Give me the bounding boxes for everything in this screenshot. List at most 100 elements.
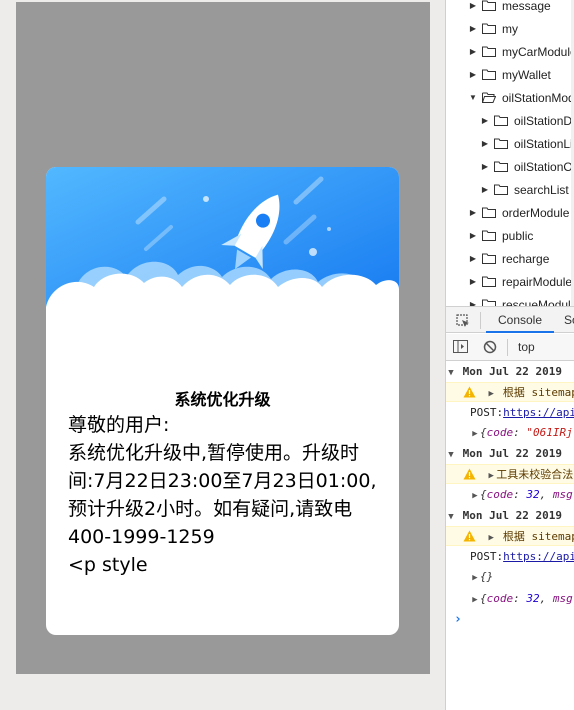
folder-icon [494, 115, 508, 126]
collapsed-caret-icon[interactable]: ▶ [480, 139, 490, 148]
file-tree-item[interactable]: ▶ orderModule [446, 201, 574, 224]
folder-icon [494, 138, 508, 149]
log-group-header[interactable]: ▼ Mon Jul 22 2019 [446, 444, 574, 464]
log-object[interactable]: ▶ {code: "061IRj [470, 423, 574, 443]
collapsed-caret-icon[interactable]: ▶ [470, 590, 480, 610]
expanded-caret-icon: ▼ [448, 512, 454, 522]
file-tree-item[interactable]: ▶ oilStationDetail [446, 109, 574, 132]
file-tree-item-label: oilStationModule [502, 90, 574, 105]
file-tree-item-label: orderModule [502, 205, 570, 220]
warning-icon [463, 468, 476, 480]
file-tree-item-label: myCarModule [502, 44, 574, 59]
devtools-tab-bar: Console Sources [446, 306, 574, 333]
file-tree-item[interactable]: ▶ message [446, 0, 574, 17]
request-method: POST: [470, 550, 504, 563]
tab-console[interactable]: Console [486, 307, 554, 333]
collapsed-caret-icon[interactable]: ▶ [468, 277, 478, 286]
collapsed-caret-icon[interactable]: ▶ [486, 528, 496, 548]
file-tree-item[interactable]: ▶ myWallet [446, 63, 574, 86]
expanded-caret-icon: ▼ [448, 368, 454, 378]
log-timestamp: Mon Jul 22 2019 [462, 365, 562, 378]
sidebar-toggle-icon[interactable] [453, 340, 468, 353]
folder-icon [494, 184, 508, 195]
file-tree: ▶ message ▶ my ▶ myCarModule ▶ myWallet ▼ oilStat… [446, 0, 574, 306]
file-tree-item[interactable]: ▶ myCarModule [446, 40, 574, 63]
file-tree-item-label: searchList [514, 182, 569, 197]
dialog-body: 尊敬的用户: 系统优化升级中,暂停使用。升级时间:7月22日23:00至7月23… [68, 411, 386, 579]
collapsed-caret-icon[interactable]: ▶ [480, 185, 490, 194]
log-group-header[interactable]: ▼ Mon Jul 22 2019 [446, 362, 574, 382]
collapsed-caret-icon[interactable]: ▶ [480, 162, 490, 171]
phone-screen-overlay: 系统优化升级 尊敬的用户: 系统优化升级中,暂停使用。升级时间:7月22日23:… [16, 2, 430, 674]
console-toolbar: top [446, 334, 574, 361]
log-object[interactable]: ▶ {code: 32, msg [470, 589, 574, 609]
request-method: POST: [470, 406, 504, 419]
object-key: code [486, 488, 514, 501]
clear-console-icon[interactable] [483, 340, 497, 354]
object-key: code [486, 592, 514, 605]
collapsed-caret-icon[interactable]: ▶ [486, 466, 496, 486]
log-group-header[interactable]: ▼ Mon Jul 22 2019 [446, 506, 574, 526]
context-selector[interactable]: top [518, 334, 535, 361]
file-tree-item[interactable]: ▶ searchList [446, 178, 574, 201]
file-tree-item[interactable]: ▶ oilStationList [446, 132, 574, 155]
warning-icon [463, 530, 476, 542]
folder-icon [482, 299, 496, 306]
expanded-caret-icon[interactable]: ▼ [468, 93, 478, 102]
maintenance-dialog: 系统优化升级 尊敬的用户: 系统优化升级中,暂停使用。升级时间:7月22日23:… [46, 167, 399, 635]
request-url-link[interactable]: https://api [503, 406, 574, 419]
folder-icon [482, 207, 496, 218]
file-tree-item[interactable]: ▶ recharge [446, 247, 574, 270]
collapsed-caret-icon[interactable]: ▶ [470, 486, 480, 506]
inspect-element-icon[interactable] [456, 314, 470, 328]
file-tree-item-label: recharge [502, 251, 550, 266]
file-tree-item[interactable]: ▶ my [446, 17, 574, 40]
collapsed-caret-icon[interactable]: ▶ [486, 384, 496, 404]
file-tree-item[interactable]: ▼ oilStationModule [446, 86, 574, 109]
request-url-link[interactable]: https://api [503, 550, 574, 563]
collapsed-caret-icon[interactable]: ▶ [468, 208, 478, 217]
collapsed-caret-icon[interactable]: ▶ [468, 47, 478, 56]
file-tree-item[interactable]: ▶ public [446, 224, 574, 247]
tab-separator [480, 312, 481, 329]
console-prompt-icon[interactable]: › [454, 612, 462, 627]
collapsed-caret-icon[interactable]: ▶ [468, 231, 478, 240]
object-key: msg [552, 592, 573, 605]
collapsed-caret-icon[interactable]: ▶ [480, 116, 490, 125]
warning-text: 工具未校验合法 [496, 468, 574, 481]
folder-icon [482, 253, 496, 264]
file-tree-item[interactable]: ▶ rescueModule [446, 293, 574, 306]
log-warning[interactable]: ▶ 根据 sitemap [446, 382, 574, 402]
file-tree-item-label: oilStationDetail [514, 113, 574, 128]
file-tree-item-label: public [502, 228, 534, 243]
file-tree-item-label: message [502, 0, 551, 13]
file-tree-item[interactable]: ▶ oilStationOrder [446, 155, 574, 178]
devtools-panel: ▶ message ▶ my ▶ myCarModule ▶ myWallet ▼ oilStat… [446, 0, 574, 710]
folder-icon [482, 276, 496, 287]
file-tree-item[interactable]: ▶ repairModule [446, 270, 574, 293]
folder-icon [482, 46, 496, 57]
collapsed-caret-icon[interactable]: ▶ [468, 24, 478, 33]
file-tree-item-label: my [502, 21, 518, 36]
folder-icon [482, 230, 496, 241]
log-object[interactable]: ▶{} [470, 567, 574, 587]
folder-icon [482, 0, 496, 11]
tab-sources[interactable]: Sources [564, 307, 574, 333]
simulator-panel: 系统优化升级 尊敬的用户: 系统优化升级中,暂停使用。升级时间:7月22日23:… [0, 0, 445, 710]
collapsed-caret-icon[interactable]: ▶ [468, 70, 478, 79]
object-value: 32 [526, 488, 540, 501]
log-warning[interactable]: ▶ 根据 sitemap [446, 526, 574, 546]
object-preview: {} [480, 570, 494, 583]
console-log: ▼ Mon Jul 22 2019 ▶ 根据 sitemap POST:http… [446, 362, 574, 710]
log-warning[interactable]: ▶ 工具未校验合法 [446, 464, 574, 484]
file-tree-item-label: myWallet [502, 67, 551, 82]
object-key: code [486, 426, 514, 439]
folder-icon [482, 69, 496, 80]
collapsed-caret-icon[interactable]: ▶ [468, 254, 478, 263]
folder-open-icon [482, 92, 496, 103]
warning-text: 根据 sitemap [502, 530, 574, 543]
collapsed-caret-icon[interactable]: ▶ [468, 1, 478, 10]
collapsed-caret-icon[interactable]: ▶ [470, 424, 480, 444]
log-object[interactable]: ▶ {code: 32, msg [470, 485, 574, 505]
collapsed-caret-icon[interactable]: ▶ [470, 568, 480, 588]
